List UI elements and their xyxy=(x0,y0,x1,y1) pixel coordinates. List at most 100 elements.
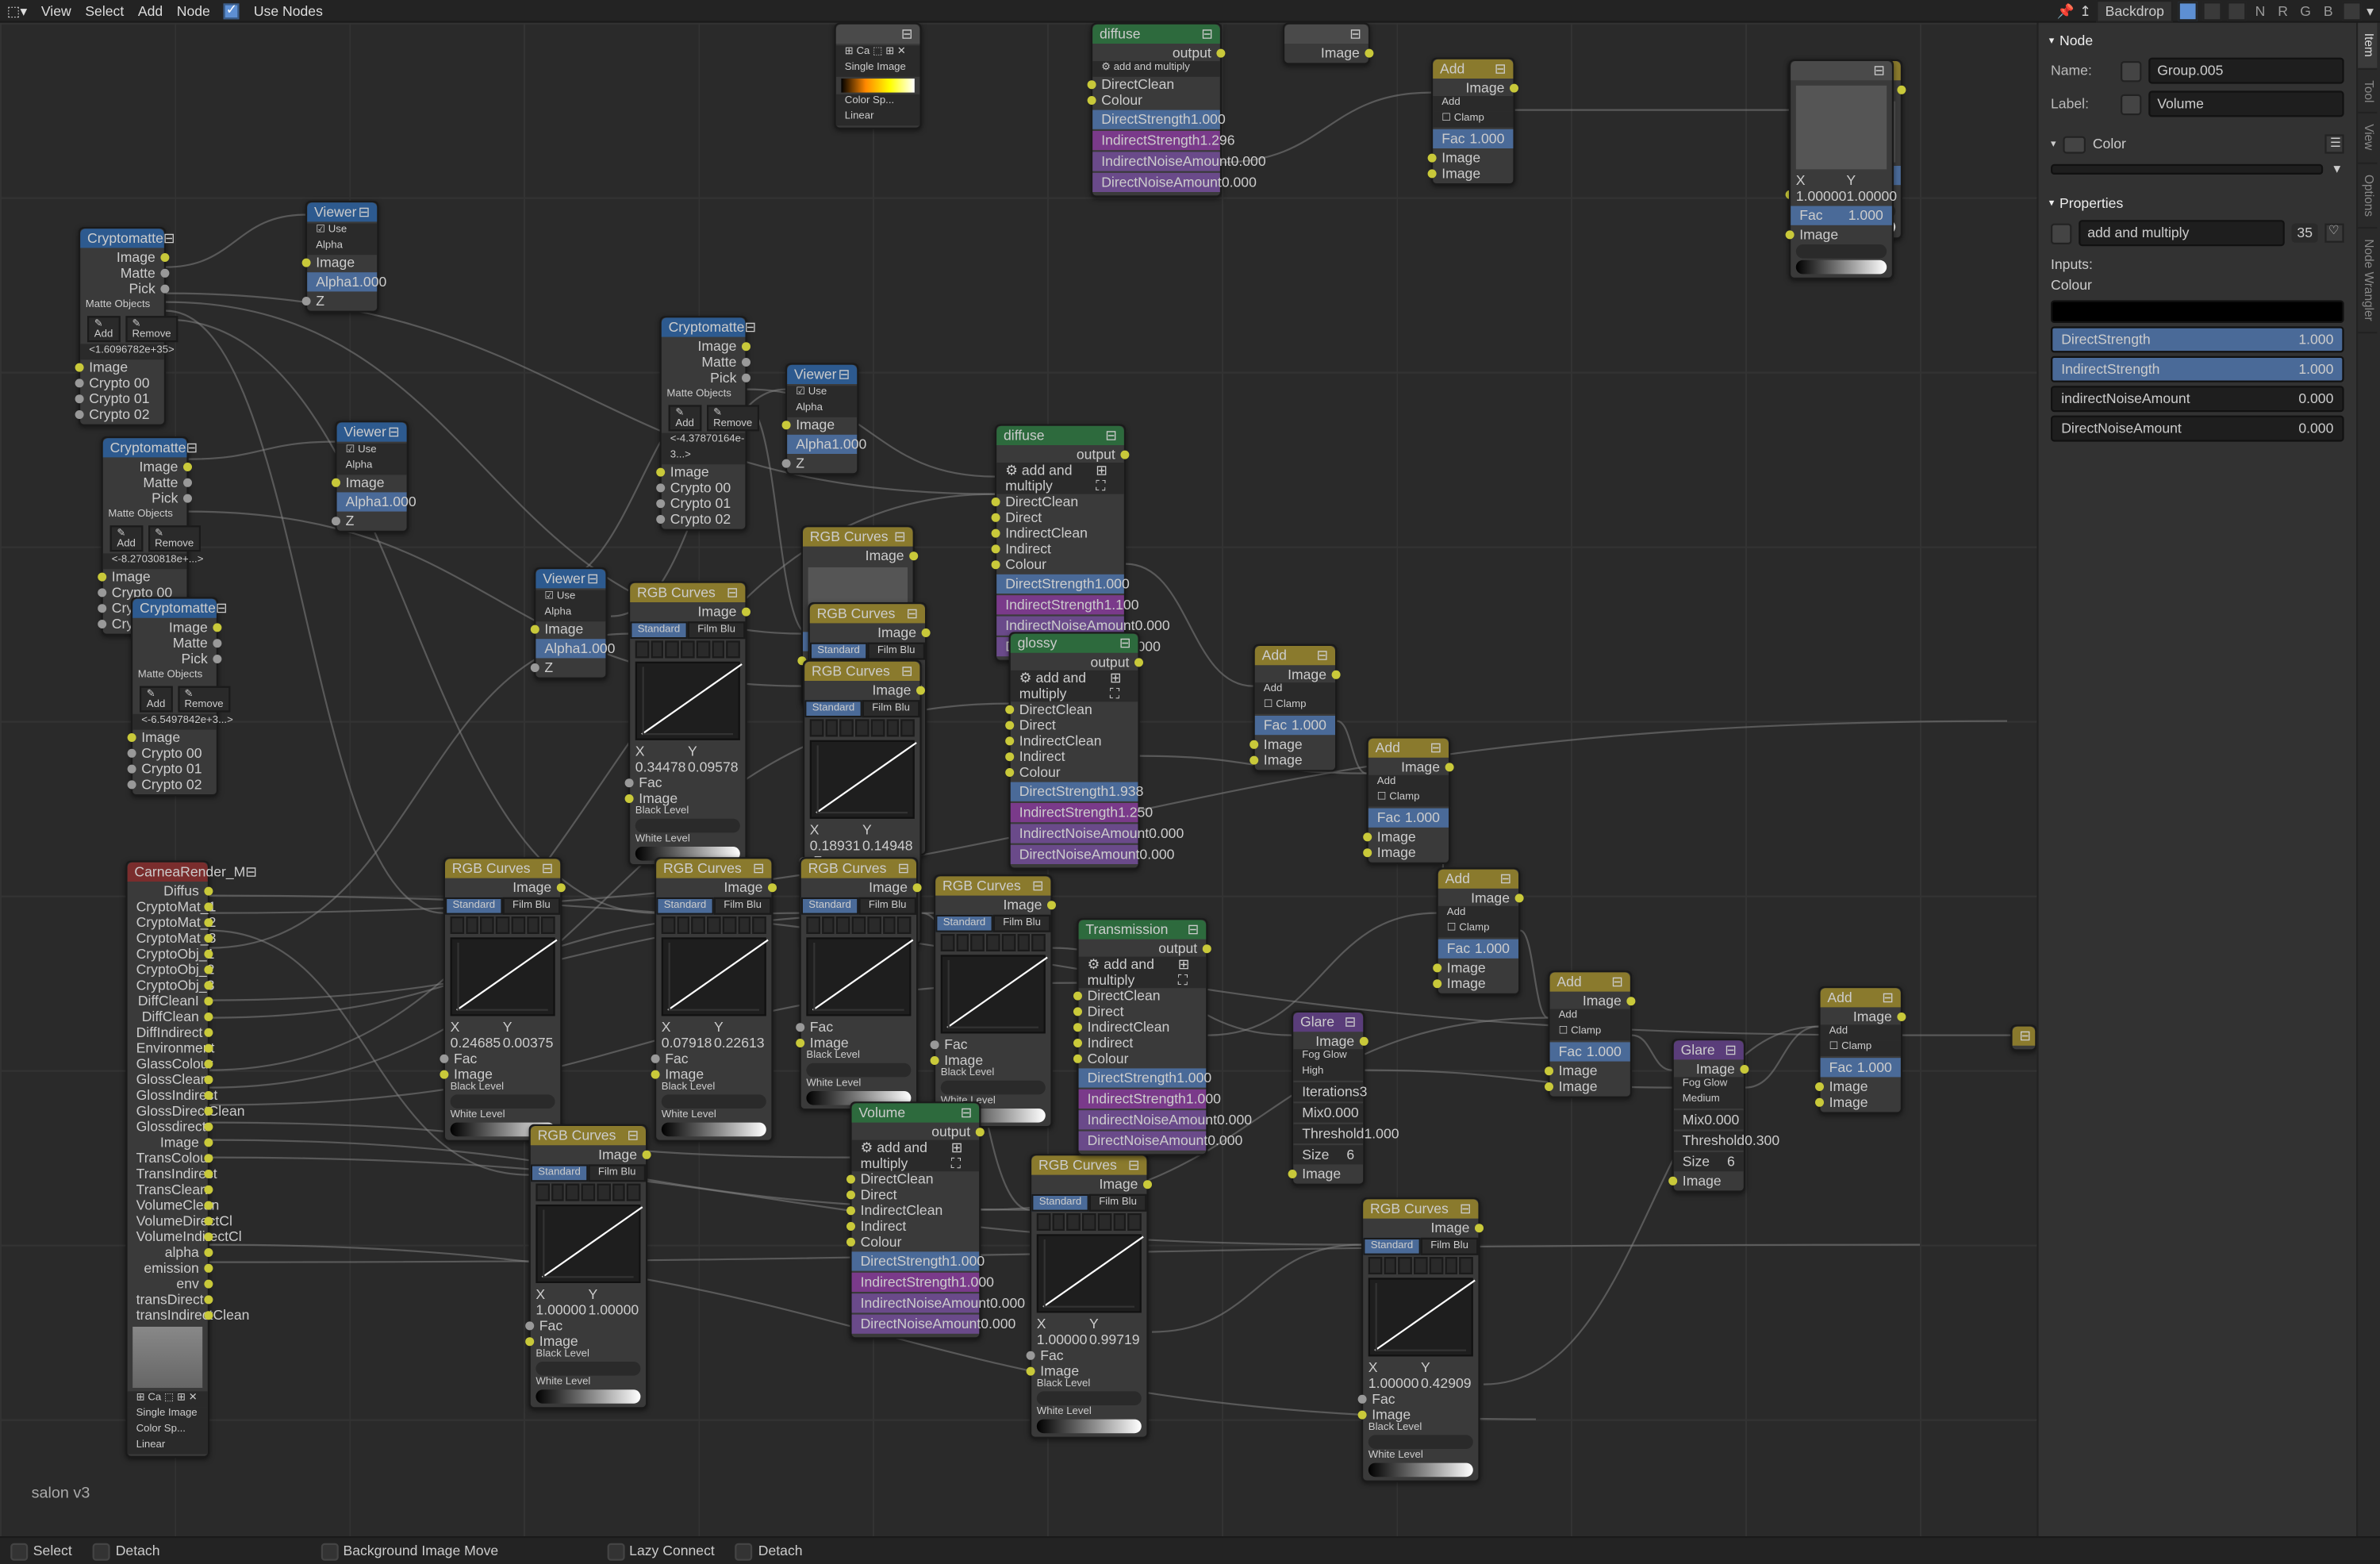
cryptomatte-node[interactable]: Cryptomatte⊟ImageMattePickMatte Objects✎… xyxy=(79,227,166,426)
collapse-icon[interactable]: ⊟ xyxy=(901,663,913,679)
input-slider[interactable]: indirectNoiseAmount0.000 xyxy=(2051,386,2344,412)
collapse-icon[interactable]: ⊟ xyxy=(2019,1028,2031,1044)
mix-add-node[interactable]: Add⊟ImageAdd☐ ClampFac1.000ImageImage xyxy=(1367,736,1451,864)
collapse-icon[interactable]: ⊟ xyxy=(901,26,913,42)
collapse-icon[interactable]: ⊟ xyxy=(542,861,554,877)
viewer-node[interactable]: Viewer⊟☑ Use AlphaImageAlpha1.000Z xyxy=(785,363,858,475)
collapse-icon[interactable]: ⊟ xyxy=(216,601,228,617)
collapse-icon[interactable]: ⊟ xyxy=(186,440,198,455)
collapse-icon[interactable]: ⊟ xyxy=(1119,636,1131,651)
collapse-icon[interactable]: ⊟ xyxy=(388,425,400,440)
channel-g[interactable]: G xyxy=(2297,2,2314,18)
collapse-icon[interactable]: ⊟ xyxy=(1495,61,1507,77)
menu-view[interactable]: View xyxy=(41,2,71,18)
rgb-curves-node[interactable]: RGB Curves⊟ImageStandardFilm BluX 1.0000… xyxy=(1361,1197,1480,1482)
channel-r[interactable]: R xyxy=(2274,2,2292,18)
channel-color-icon[interactable] xyxy=(2202,1,2221,20)
collapse-icon[interactable]: ⊟ xyxy=(1128,1158,1140,1174)
image-input-node[interactable]: ⊟⊞ Ca ⬚ ⊞ ✕Single ImageColor Sp... Linea… xyxy=(835,23,922,129)
snap-dropdown-icon[interactable]: ▾ xyxy=(2367,2,2374,18)
collapse-icon[interactable]: ⊟ xyxy=(1201,26,1213,42)
rgb-curves-node[interactable]: RGB Curves⊟ImageStandardFilm BluFacImage… xyxy=(934,874,1053,1128)
pin-icon[interactable]: 📌 xyxy=(2057,2,2075,18)
collapse-icon[interactable]: ⊟ xyxy=(1316,648,1328,663)
editor-type-icon[interactable]: ⬚▾ xyxy=(7,2,27,18)
collapse-icon[interactable]: ⊟ xyxy=(753,861,765,877)
mix-add-node[interactable]: Add⊟ImageAdd☐ ClampFac1.000ImageImage xyxy=(1431,58,1515,186)
collapse-icon[interactable]: ⊟ xyxy=(727,585,739,601)
rgb-curves-node[interactable]: RGB Curves⊟ImageStandardFilm BluX 0.2468… xyxy=(443,857,562,1142)
channel-alpha-icon[interactable] xyxy=(2227,1,2246,20)
collapse-icon[interactable]: ⊟ xyxy=(1345,1014,1357,1030)
group-node[interactable]: Volume⊟output⚙ add and multiply⊞ ⛶Direct… xyxy=(850,1101,981,1339)
collapse-icon[interactable]: ⊟ xyxy=(1499,871,1511,887)
group-node[interactable]: glossy⊟output⚙ add and multiply⊞ ⛶Direct… xyxy=(1009,632,1140,869)
collapse-icon[interactable]: ⊟ xyxy=(961,1105,973,1121)
edge-node[interactable]: ⊟Image xyxy=(1283,23,1370,65)
color-presets-icon[interactable] xyxy=(2324,134,2344,153)
collapse-icon[interactable]: ⊟ xyxy=(894,529,906,545)
mix-add-node[interactable]: Add⊟ImageAdd☐ ClampFac1.000ImageImage xyxy=(1437,867,1521,995)
edge-add-node[interactable]: ⊟ xyxy=(2010,1024,2036,1051)
collapse-icon[interactable]: ⊟ xyxy=(1611,974,1623,990)
collapse-icon[interactable]: ⊟ xyxy=(906,605,918,621)
tab-tool[interactable]: Tool xyxy=(2358,69,2377,114)
parent-icon[interactable]: ↥ xyxy=(2079,2,2091,18)
backdrop-toggle[interactable]: Backdrop xyxy=(2097,0,2173,22)
tab-item[interactable]: Item xyxy=(2358,23,2377,70)
input-slider[interactable]: DirectStrength1.000 xyxy=(2051,326,2344,352)
rgb-curves-node[interactable]: RGB Curves⊟ImageStandardFilm BluX 0.0791… xyxy=(654,857,774,1142)
panel-node-header[interactable]: Node xyxy=(2045,28,2349,54)
render-layers-node[interactable]: CarneaRender_M⊟DiffusCryptoMat_1CryptoMa… xyxy=(125,861,209,1458)
rgb-curves-node[interactable]: RGB Curves⊟ImageStandardFilm BluX 0.3447… xyxy=(628,582,747,867)
collapse-icon[interactable]: ⊟ xyxy=(359,204,370,220)
collapse-icon[interactable]: ⊟ xyxy=(744,320,756,336)
color-value-field[interactable] xyxy=(2051,163,2323,174)
collapse-icon[interactable]: ⊟ xyxy=(1105,428,1117,444)
rgb-curves-node[interactable]: RGB Curves⊟ImageStandardFilm BluX 1.0000… xyxy=(1030,1154,1149,1439)
label-field[interactable]: Volume xyxy=(2148,90,2344,117)
group-node-top[interactable]: diffuse⊟output⚙ add and multiplyDirectCl… xyxy=(1091,23,1222,198)
collapse-icon[interactable]: ⊟ xyxy=(163,230,175,246)
collapse-icon[interactable]: ⊟ xyxy=(1188,922,1200,938)
fake-user-icon[interactable] xyxy=(2324,224,2344,243)
glare-node[interactable]: Glare⊟ImageFog GlowHighIterations3Mix0.0… xyxy=(1292,1011,1365,1185)
viewer-node[interactable]: Viewer⊟☑ Use AlphaImageAlpha1.000Z xyxy=(534,567,607,679)
glare-node[interactable]: Glare⊟ImageFog GlowMediumMix0.000Thresho… xyxy=(1672,1039,1745,1193)
collapse-icon[interactable]: ⊟ xyxy=(1349,26,1361,42)
group-node[interactable]: Transmission⊟output⚙ add and multiply⊞ ⛶… xyxy=(1077,918,1207,1155)
name-field[interactable]: Group.005 xyxy=(2148,58,2344,84)
collapse-icon[interactable]: ⊟ xyxy=(1430,740,1441,756)
collapse-icon[interactable]: ⊟ xyxy=(587,571,599,586)
channel-combined-icon[interactable] xyxy=(2178,1,2198,20)
rgb-curves-top[interactable]: ⊟X 1.00000Y 1.00000Fac1.000Image xyxy=(1789,60,1894,279)
collapse-icon[interactable]: ⊟ xyxy=(1725,1042,1737,1058)
group-node[interactable]: diffuse⊟output⚙ add and multiply⊞ ⛶Direc… xyxy=(995,425,1126,662)
tab-view[interactable]: View xyxy=(2358,114,2377,163)
collapse-icon[interactable]: ⊟ xyxy=(1882,990,1894,1005)
input-slider[interactable]: DirectNoiseAmount0.000 xyxy=(2051,416,2344,442)
cryptomatte-node[interactable]: Cryptomatte⊟ImageMattePickMatte Objects✎… xyxy=(660,316,747,531)
menu-node[interactable]: Node xyxy=(177,2,210,18)
panel-properties-header[interactable]: Properties xyxy=(2045,190,2349,217)
colour-input-swatch[interactable] xyxy=(2051,300,2344,323)
interface-field[interactable]: add and multiply xyxy=(2079,220,2285,246)
collapse-icon[interactable]: ⊟ xyxy=(839,367,850,382)
collapse-icon[interactable]: ⊟ xyxy=(1032,878,1044,894)
input-slider[interactable]: IndirectStrength1.000 xyxy=(2051,356,2344,382)
collapse-icon[interactable]: ⊟ xyxy=(1873,63,1885,79)
rgb-curves-node[interactable]: RGB Curves⊟ImageStandardFilm BluFacImage… xyxy=(800,857,919,1110)
channel-n[interactable]: N xyxy=(2251,2,2269,18)
rgb-curves-node[interactable]: RGB Curves⊟ImageStandardFilm BluX 1.0000… xyxy=(529,1124,648,1409)
tab-node-wrangler[interactable]: Node Wrangler xyxy=(2358,228,2377,332)
color-swatch[interactable] xyxy=(2063,136,2086,153)
mix-add-node[interactable]: Add⊟ImageAdd☐ ClampFac1.000ImageImage xyxy=(1818,986,1902,1114)
tab-options[interactable]: Options xyxy=(2358,163,2377,229)
color-dropdown-icon[interactable]: ▾ xyxy=(2330,160,2344,176)
mix-add-node[interactable]: Add⊟ImageAdd☐ ClampFac1.000ImageImage xyxy=(1253,644,1338,772)
snap-icon[interactable] xyxy=(2342,1,2361,20)
collapse-icon[interactable]: ⊟ xyxy=(627,1128,639,1143)
node-editor-canvas[interactable]: Cryptomatte⊟ImageMattePickMatte Objects✎… xyxy=(0,23,2036,1536)
interface-icon[interactable] xyxy=(2051,223,2071,244)
mix-add-node[interactable]: Add⊟ImageAdd☐ ClampFac1.000ImageImage xyxy=(1548,970,1632,1098)
